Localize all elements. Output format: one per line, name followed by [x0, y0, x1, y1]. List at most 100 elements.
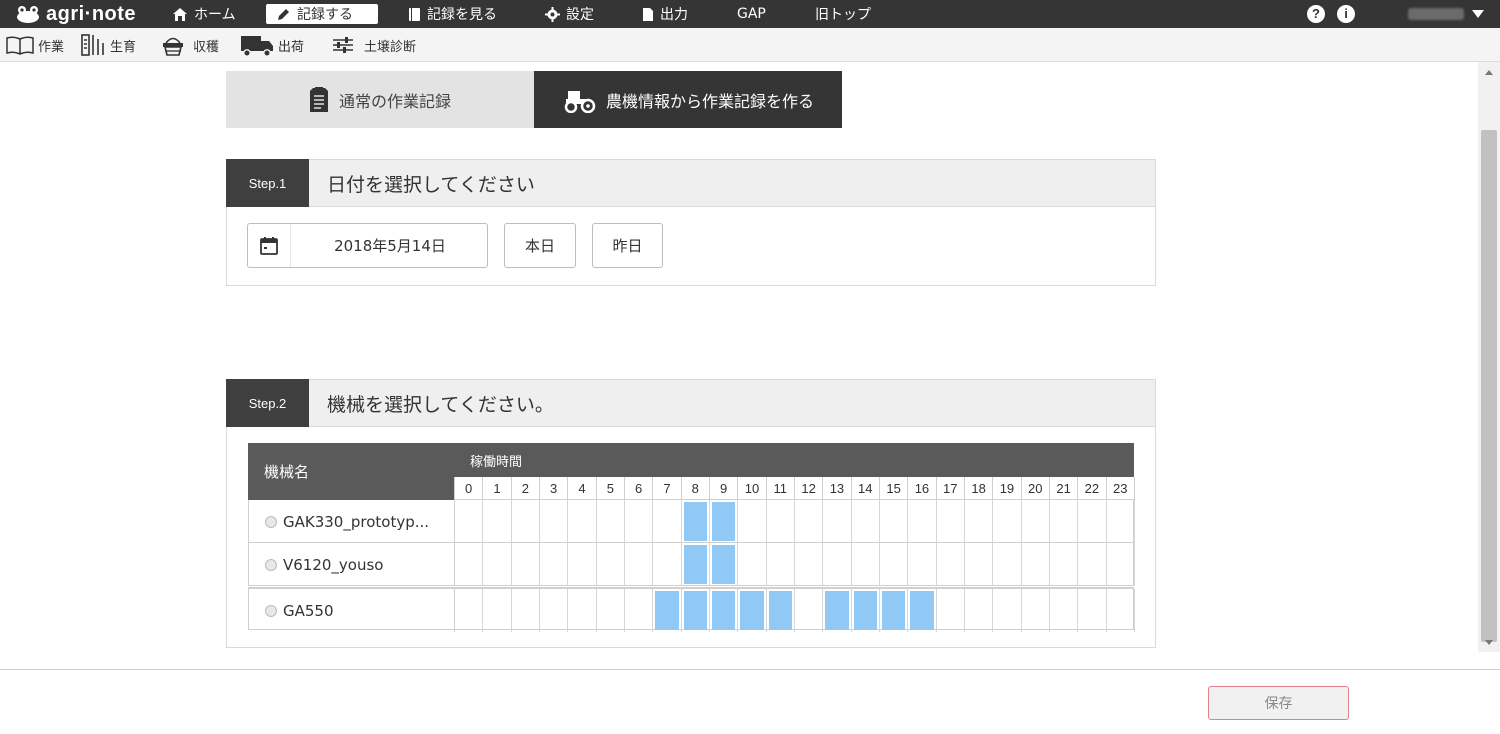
- hour-slot: [965, 543, 994, 586]
- today-button[interactable]: 本日: [504, 223, 576, 268]
- subnav-growth[interactable]: 生育: [80, 28, 136, 62]
- top-nav: agri·note ホーム 記録する 記録を見る 設定 出力 GAP 旧トップ …: [0, 0, 1500, 28]
- active-hour-slot: [653, 589, 682, 632]
- hour-slot: [1050, 543, 1079, 586]
- hour-slot: [908, 500, 937, 543]
- hour-slot: [653, 543, 682, 586]
- save-button[interactable]: 保存: [1208, 686, 1349, 720]
- nav-view-records[interactable]: 記録を見る: [408, 4, 497, 24]
- info-icon[interactable]: i: [1337, 5, 1355, 23]
- hour-header-cell: 10: [738, 477, 767, 500]
- machine-row[interactable]: GAK330_prototyp...: [248, 500, 1135, 543]
- nav-output-label: 出力: [660, 7, 688, 23]
- col-operating-hours: 稼働時間: [470, 455, 523, 470]
- subnav-soil-label: 土壌診断: [364, 39, 417, 55]
- subnav-work-label: 作業: [38, 39, 65, 55]
- nav-home[interactable]: ホーム: [172, 4, 236, 24]
- nav-output[interactable]: 出力: [642, 4, 688, 24]
- machine-name-cell[interactable]: GA550: [249, 589, 455, 632]
- subnav-shipping[interactable]: 出荷: [240, 28, 304, 62]
- hour-header-cell: 2: [511, 477, 540, 500]
- growth-icon: [81, 34, 104, 56]
- hour-slot: [625, 543, 654, 586]
- hour-slot: [483, 500, 512, 543]
- tab-machine-record[interactable]: 農機情報から作業記録を作る: [534, 71, 842, 128]
- subnav-harvest-label: 収穫: [193, 39, 220, 55]
- hour-slot: [625, 589, 654, 632]
- machine-name-label: V6120_youso: [283, 555, 384, 574]
- hour-slot: [937, 589, 965, 632]
- tractor-icon: [564, 90, 596, 113]
- active-hour-slot: [823, 589, 852, 632]
- user-name[interactable]: [1408, 8, 1464, 20]
- nav-record-label: 記録する: [297, 7, 353, 23]
- hour-header-cell: 17: [936, 477, 965, 500]
- hour-slot: [795, 543, 824, 586]
- machine-row[interactable]: V6120_youso: [248, 543, 1135, 586]
- pencil-icon: [278, 8, 289, 20]
- hour-header-cell: 13: [823, 477, 852, 500]
- active-hour-slot: [682, 543, 710, 586]
- tab-normal-record[interactable]: 通常の作業記録: [226, 71, 534, 128]
- subnav-harvest[interactable]: 収穫: [161, 28, 219, 62]
- hour-slot: [625, 500, 654, 543]
- step1-header: Step.1 日付を選択してください: [226, 159, 1155, 207]
- nav-settings[interactable]: 設定: [545, 4, 594, 24]
- machine-radio[interactable]: [265, 604, 277, 617]
- calendar-button[interactable]: [248, 224, 291, 267]
- nav-gap-label: GAP: [737, 6, 766, 22]
- gear-icon: [545, 6, 560, 22]
- hour-slot: [738, 500, 767, 543]
- hour-slot: [908, 543, 937, 586]
- footer-divider: [0, 669, 1500, 670]
- file-icon: [643, 7, 653, 21]
- app-logo[interactable]: agri·note: [16, 2, 136, 26]
- hour-slot: [795, 500, 824, 543]
- sub-nav: 作業 生育 収穫 出荷 土壌診断: [0, 28, 1500, 62]
- scroll-up-arrow-icon[interactable]: [1485, 70, 1493, 75]
- date-picker[interactable]: 2018年5月14日: [247, 223, 488, 268]
- step1-title: 日付を選択してください: [327, 174, 535, 196]
- help-icon[interactable]: ?: [1307, 5, 1325, 23]
- step2-panel: Step.2 機械を選択してください。 機械名 稼働時間 01234567891…: [226, 379, 1156, 648]
- nav-record[interactable]: 記録する: [266, 4, 378, 24]
- machine-name-label: GA550: [283, 601, 334, 620]
- user-menu-caret-icon[interactable]: [1472, 10, 1484, 18]
- nav-gap[interactable]: GAP: [737, 4, 766, 24]
- date-value[interactable]: 2018年5月14日: [292, 224, 488, 267]
- hour-slot: [993, 500, 1022, 543]
- hour-slot: [1078, 500, 1107, 543]
- hour-slot: [483, 543, 512, 586]
- hour-slot: [880, 543, 909, 586]
- active-hour-slot: [710, 500, 739, 543]
- step1-panel: Step.1 日付を選択してください 2018年5月14日 本日 昨日: [226, 159, 1156, 286]
- machine-name-cell[interactable]: V6120_youso: [249, 543, 455, 586]
- hour-header-cell: 16: [908, 477, 937, 500]
- nav-old-top-label: 旧トップ: [815, 7, 871, 23]
- nav-old-top[interactable]: 旧トップ: [815, 4, 871, 24]
- active-hour-slot: [682, 500, 710, 543]
- active-hour-slot: [710, 543, 739, 586]
- machine-radio[interactable]: [265, 558, 277, 571]
- subnav-growth-label: 生育: [110, 39, 137, 55]
- hour-slot: [937, 500, 965, 543]
- machine-name-label: GAK330_prototyp...: [283, 512, 430, 531]
- scroll-down-arrow-icon[interactable]: [1485, 640, 1493, 645]
- subnav-work[interactable]: 作業: [6, 28, 64, 62]
- hour-header-cell: 19: [993, 477, 1022, 500]
- book-icon: [409, 7, 420, 21]
- machine-name-cell[interactable]: GAK330_prototyp...: [249, 500, 455, 543]
- hour-slot: [568, 500, 597, 543]
- subnav-soil[interactable]: 土壌診断: [332, 28, 416, 62]
- hour-slot: [1107, 500, 1135, 543]
- hour-slot: [795, 589, 824, 632]
- machine-row[interactable]: GA550: [248, 587, 1135, 632]
- yesterday-button[interactable]: 昨日: [592, 223, 663, 268]
- tab-machine-record-label: 農機情報から作業記録を作る: [605, 91, 814, 111]
- page-scrollbar[interactable]: [1478, 62, 1500, 652]
- home-icon: [173, 7, 187, 21]
- scroll-thumb[interactable]: [1481, 130, 1497, 642]
- hour-slot: [540, 500, 569, 543]
- machine-radio[interactable]: [265, 515, 277, 528]
- hour-slot: [483, 589, 512, 632]
